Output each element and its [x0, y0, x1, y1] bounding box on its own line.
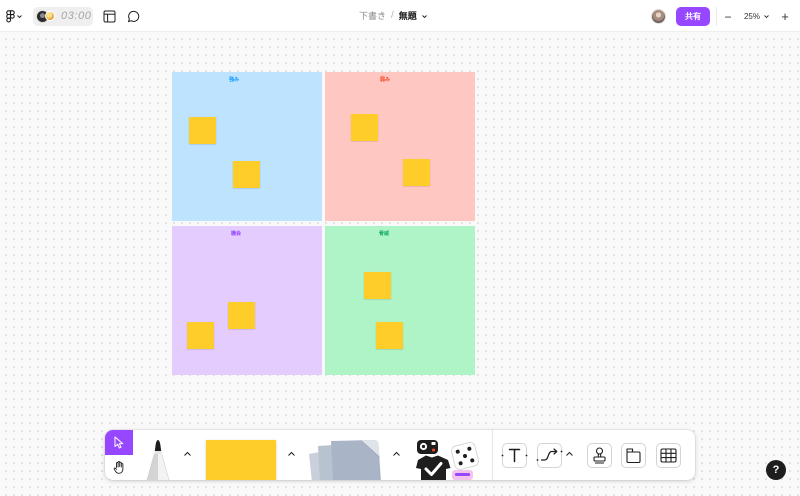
chevron-up-icon[interactable] — [288, 451, 295, 456]
zoom-out-button[interactable]: − — [719, 7, 737, 26]
quadrant-label: 弱み — [380, 77, 391, 83]
layout-button[interactable] — [101, 9, 118, 24]
quadrant-threats[interactable]: 脅威 — [325, 226, 475, 375]
table-icon — [657, 444, 680, 467]
swot-board: 強み 弱み 機会 脅威 — [172, 72, 475, 375]
chevron-up-icon[interactable] — [566, 451, 573, 456]
shapes-icon — [305, 438, 387, 480]
zoom-in-button[interactable]: + — [776, 7, 794, 26]
share-button[interactable]: 共有 — [676, 7, 710, 26]
chevron-down-icon — [17, 15, 22, 19]
connector-tool[interactable] — [536, 443, 563, 468]
top-bar: 03:00 下書き / 無題 共有 − 25% + — [0, 0, 800, 32]
bottom-toolbar — [105, 430, 695, 480]
timer-widget[interactable]: 03:00 — [33, 7, 93, 26]
quadrant-weaknesses[interactable]: 弱み — [325, 72, 475, 221]
avatar[interactable] — [651, 9, 666, 24]
chat-icon — [127, 10, 140, 23]
chevron-up-icon[interactable] — [184, 451, 191, 456]
breadcrumb: 下書き / 無題 — [359, 9, 427, 23]
stamp-tool[interactable] — [587, 443, 612, 468]
breadcrumb-separator: / — [391, 10, 394, 21]
stickers-icon — [415, 439, 481, 480]
marker-tool[interactable] — [145, 439, 171, 480]
quadrant-opportunities[interactable]: 機会 — [172, 226, 322, 375]
sticky-note[interactable] — [364, 272, 391, 299]
divider — [716, 7, 717, 26]
quadrant-strengths[interactable]: 強み — [172, 72, 322, 221]
sticky-note[interactable] — [403, 159, 430, 186]
sticky-note[interactable] — [376, 322, 403, 349]
stamp-icon — [588, 444, 611, 467]
connector-icon — [536, 444, 563, 467]
file-name[interactable]: 無題 — [399, 9, 417, 23]
table-tool[interactable] — [656, 443, 681, 468]
sticky-note[interactable] — [233, 161, 260, 188]
comment-button[interactable] — [125, 9, 142, 24]
chevron-down-icon[interactable] — [421, 14, 427, 18]
hand-icon — [113, 461, 125, 474]
sticky-note[interactable] — [187, 322, 214, 349]
timer-emoji-icon — [45, 11, 55, 21]
chevron-down-icon — [764, 15, 769, 19]
help-button[interactable]: ? — [766, 460, 786, 480]
cursor-icon — [114, 436, 124, 449]
figjam-window: 強み 弱み 機会 脅威 03:00 下書き / 無題 共有 − 25% + ? — [0, 0, 800, 496]
hand-tool[interactable] — [105, 455, 133, 480]
quadrant-label: 脅威 — [379, 231, 390, 237]
shapes-tool[interactable] — [305, 438, 387, 480]
chevron-up-icon[interactable] — [393, 451, 400, 456]
layout-icon — [103, 10, 116, 23]
marker-icon — [145, 439, 171, 480]
text-tool[interactable] — [501, 443, 528, 468]
main-menu-button[interactable] — [4, 9, 24, 24]
section-tool[interactable] — [621, 443, 646, 468]
breadcrumb-folder[interactable]: 下書き — [359, 9, 386, 23]
zoom-level-dropdown[interactable]: 25% — [740, 7, 773, 26]
sticky-note[interactable] — [228, 302, 255, 329]
text-icon — [501, 444, 528, 467]
select-tool[interactable] — [105, 430, 133, 455]
quadrant-label: 機会 — [231, 231, 242, 237]
timer-value: 03:00 — [61, 10, 92, 22]
figjam-logo-icon — [6, 10, 15, 23]
sticky-note-tool[interactable] — [206, 440, 276, 480]
sticky-note[interactable] — [189, 117, 216, 144]
toolbar-divider — [492, 430, 493, 480]
zoom-level-value: 25% — [743, 12, 760, 21]
sticky-note[interactable] — [351, 114, 378, 141]
stickers-tool[interactable] — [415, 439, 481, 480]
section-icon — [622, 444, 645, 467]
quadrant-label: 強み — [229, 77, 240, 83]
